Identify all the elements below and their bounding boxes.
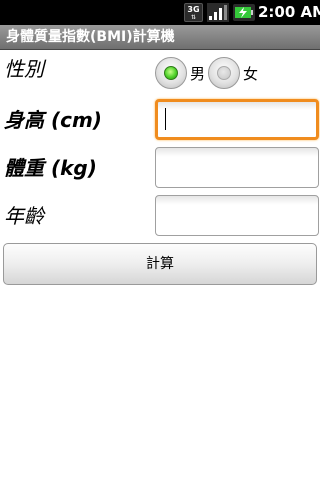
network-3g-icon: 3G ⇅ <box>184 3 203 22</box>
radio-selected-indicator <box>164 66 178 80</box>
signal-strength-icon <box>207 3 229 22</box>
calculate-button[interactable]: 計算 <box>3 243 317 285</box>
gender-label: 性別 <box>4 57 44 81</box>
network-label: 3G <box>187 5 200 14</box>
network-activity-arrows: ⇅ <box>190 14 197 21</box>
text-cursor <box>165 108 166 130</box>
age-input[interactable] <box>155 195 319 236</box>
gender-male-label[interactable]: 男 <box>190 63 205 84</box>
gender-radio-male[interactable]: 男 <box>155 56 205 90</box>
radio-button-female[interactable] <box>208 57 240 89</box>
radio-unselected-indicator <box>217 66 231 80</box>
gender-female-label[interactable]: 女 <box>243 63 258 84</box>
radio-button-male[interactable] <box>155 57 187 89</box>
height-label: 身高 (cm) <box>4 108 102 132</box>
status-bar: 3G ⇅ 2:00 AM <box>0 0 320 25</box>
height-input[interactable] <box>155 99 319 140</box>
app-title-bar: 身體質量指數(BMI)計算機 <box>0 25 320 50</box>
app-title: 身體質量指數(BMI)計算機 <box>6 29 175 45</box>
status-time: 2:00 AM <box>258 3 320 21</box>
battery-charging-icon <box>233 4 255 21</box>
weight-label: 體重 (kg) <box>4 156 97 180</box>
age-label: 年齡 <box>4 204 44 228</box>
weight-input[interactable] <box>155 147 319 188</box>
gender-radio-female[interactable]: 女 <box>208 56 258 90</box>
